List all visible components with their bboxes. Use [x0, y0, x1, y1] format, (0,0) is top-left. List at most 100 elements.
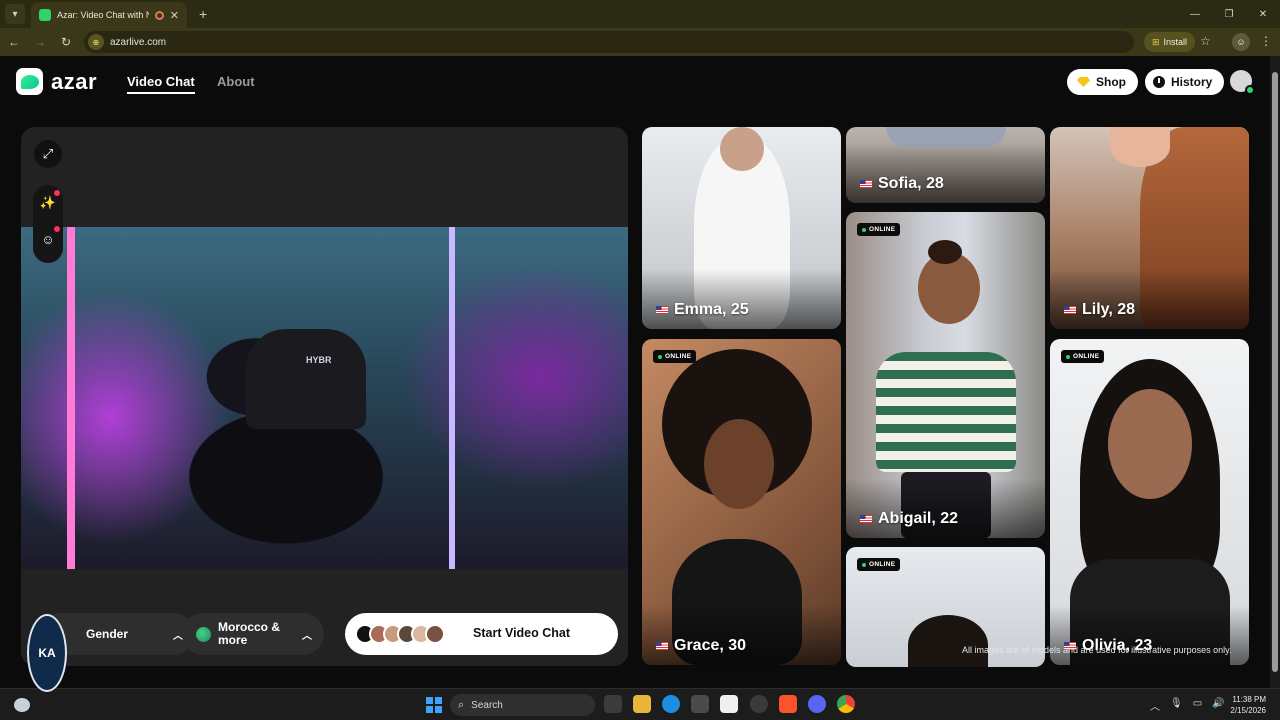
globe-icon	[196, 626, 211, 642]
site-info-icon[interactable]: ⊕	[88, 34, 104, 50]
azar-logo[interactable]: azar	[16, 68, 97, 95]
hair-photo	[908, 615, 988, 667]
notepad-icon[interactable]	[720, 695, 738, 713]
clock-icon	[1153, 76, 1165, 88]
online-label: ONLINE	[665, 353, 692, 360]
chevron-up-icon[interactable]: ︿	[1150, 698, 1160, 713]
clock-date: 2/15/2026	[1230, 706, 1266, 715]
online-label: ONLINE	[869, 226, 896, 233]
face-photo	[1110, 127, 1170, 167]
us-flag-icon	[656, 642, 668, 650]
store-icon[interactable]	[691, 695, 709, 713]
shop-button[interactable]: Shop	[1067, 69, 1138, 95]
weather-icon[interactable]	[14, 698, 30, 712]
video-panel: ⤢ HYBR ✨ ☺ Gender ︿ Morocco & more ︿ Sta…	[21, 127, 628, 666]
windows-start-icon[interactable]	[426, 697, 442, 713]
face-photo	[720, 127, 764, 171]
tab-search-button[interactable]: ▾	[5, 4, 25, 24]
microphone-icon[interactable]: 🎙	[1170, 698, 1183, 713]
scrollbar-thumb[interactable]	[1272, 72, 1278, 672]
task-view-icon[interactable]	[604, 695, 622, 713]
face-photo	[704, 419, 774, 509]
close-tab-icon[interactable]: ✕	[170, 9, 179, 22]
online-label: ONLINE	[1073, 353, 1100, 360]
user-avatar[interactable]	[1230, 70, 1255, 95]
file-explorer-icon[interactable]	[633, 695, 651, 713]
online-badge: ONLINE	[1061, 350, 1105, 363]
browser-tab[interactable]: Azar: Video Chat with New ✕	[31, 2, 187, 28]
nav-video-chat[interactable]: Video Chat	[127, 74, 195, 94]
online-status-icon	[1245, 85, 1255, 95]
tab-title: Azar: Video Chat with New	[57, 10, 149, 20]
hair-photo	[928, 240, 962, 264]
restore-icon[interactable]: ❐	[1212, 0, 1246, 28]
volume-icon[interactable]: 🔊	[1212, 698, 1224, 713]
profile-card-grace[interactable]: ONLINE Grace, 30	[642, 339, 841, 665]
online-label: ONLINE	[869, 561, 896, 568]
start-video-chat-button[interactable]: Start Video Chat	[345, 613, 618, 655]
taskbar-search[interactable]: ⌕ Search	[450, 694, 595, 716]
gem-icon	[1077, 77, 1090, 87]
browser-profile-icon[interactable]: ☺	[1232, 33, 1250, 51]
taskbar-clock[interactable]: 11:38 PM 2/15/2026	[1228, 694, 1266, 716]
nav-about[interactable]: About	[217, 74, 255, 89]
remote-video-area	[21, 127, 628, 227]
gender-label: Gender	[86, 627, 129, 641]
profile-card-lily[interactable]: Lily, 28	[1050, 127, 1249, 329]
new-tab-button[interactable]: +	[199, 6, 207, 22]
system-tray: ︿ 🎙 ▭ 🔊	[1150, 698, 1225, 713]
face-photo	[1108, 389, 1192, 499]
profile-caption: Sofia, 28	[860, 175, 944, 193]
chrome-icon[interactable]	[837, 695, 855, 713]
profile-name: Abigail, 22	[878, 510, 959, 527]
profile-card-abigail[interactable]: ONLINE Abigail, 22	[846, 212, 1045, 538]
expand-icon[interactable]: ⤢	[34, 140, 62, 168]
browser-menu-icon[interactable]: ⋮	[1260, 34, 1272, 48]
recording-icon	[154, 10, 164, 20]
profile-name: Lily, 28	[1082, 301, 1136, 318]
reload-icon[interactable]: ↻	[54, 30, 78, 54]
magic-wand-icon[interactable]: ✨	[33, 185, 63, 221]
sweater-photo	[876, 352, 1016, 472]
discord-icon[interactable]	[808, 695, 826, 713]
us-flag-icon	[1064, 306, 1076, 314]
display-icon[interactable]: ▭	[1193, 698, 1202, 713]
profile-caption: Abigail, 22	[860, 510, 958, 528]
window-controls: — ❐ ✕	[1178, 0, 1280, 28]
windows-taskbar: ⌕ Search ︿ 🎙 ▭ 🔊 11:38 PM 2/15/2026	[0, 688, 1280, 720]
search-icon: ⌕	[458, 698, 465, 711]
history-button[interactable]: History	[1145, 69, 1225, 95]
edge-icon[interactable]	[662, 695, 680, 713]
install-label: Install	[1163, 37, 1188, 47]
region-filter-button[interactable]: Morocco & more ︿	[182, 613, 324, 655]
start-video-chat-label: Start Video Chat	[473, 626, 571, 640]
profile-caption: Emma, 25	[656, 301, 749, 319]
clock-time: 11:38 PM	[1232, 695, 1266, 704]
brave-icon[interactable]	[779, 695, 797, 713]
page-scrollbar[interactable]	[1270, 56, 1280, 688]
app-icon[interactable]	[750, 695, 768, 713]
us-flag-icon	[860, 180, 872, 188]
avatar	[425, 624, 445, 644]
online-badge: ONLINE	[857, 558, 901, 571]
close-window-icon[interactable]: ✕	[1246, 0, 1280, 28]
minimize-icon[interactable]: —	[1178, 0, 1212, 28]
shop-label: Shop	[1096, 75, 1126, 89]
install-icon: ⊞	[1152, 36, 1160, 47]
forward-icon[interactable]: →	[28, 30, 52, 54]
online-badge: ONLINE	[653, 350, 697, 363]
profile-card-emma[interactable]: Emma, 25	[642, 127, 841, 329]
url-field[interactable]: ⊕ azarlive.com	[84, 31, 1134, 53]
url-text: azarlive.com	[110, 36, 167, 48]
chair-logo-text: HYBR	[306, 355, 332, 365]
profile-caption: Grace, 30	[656, 637, 746, 655]
bookmark-star-icon[interactable]: ☆	[1200, 34, 1211, 48]
profile-card-olivia[interactable]: ONLINE Olivia, 23	[1050, 339, 1249, 665]
profile-card-sofia[interactable]: Sofia, 28	[846, 127, 1045, 203]
avatar-stack	[355, 624, 445, 644]
face-filter-icon[interactable]: ☺	[33, 221, 63, 257]
azar-logo-icon	[16, 68, 43, 95]
back-icon[interactable]: ←	[2, 30, 26, 54]
install-button[interactable]: ⊞ Install	[1144, 32, 1196, 52]
effects-toolbar: ✨ ☺	[33, 185, 63, 263]
